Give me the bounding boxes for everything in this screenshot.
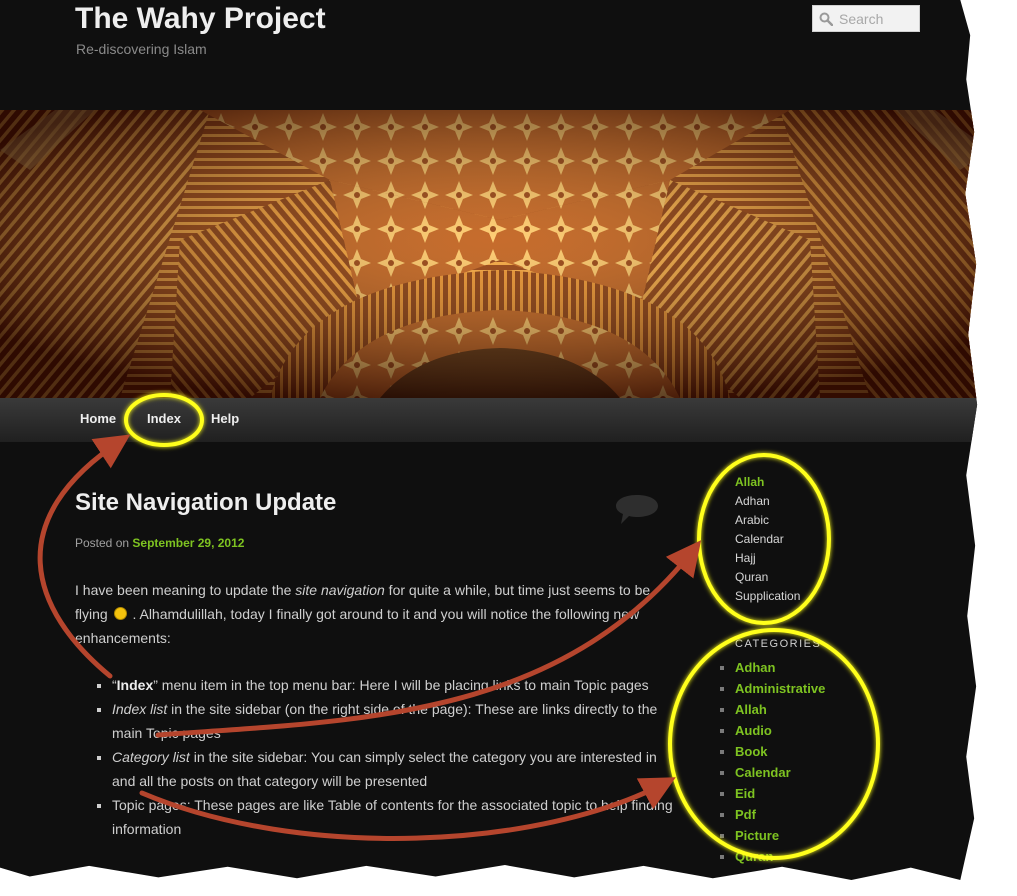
category-link-pdf[interactable]: Pdf (735, 807, 756, 822)
category-link-book[interactable]: Book (735, 744, 768, 759)
category-link-audio[interactable]: Audio (735, 723, 772, 738)
posted-on-label: Posted on (75, 536, 130, 550)
sidebar-categories-list: Adhan Administrative Allah Audio Book Ca… (720, 657, 825, 867)
post-date-link[interactable]: September 29, 2012 (132, 536, 244, 550)
menu-item-help[interactable]: Help (211, 411, 239, 426)
list-item: Topic pages: These pages are like Table … (112, 793, 677, 841)
web-page: The Wahy Project Re-discovering Islam Se… (0, 0, 978, 880)
category-link-quran[interactable]: Quran (735, 849, 773, 864)
index-link-hajj[interactable]: Hajj (735, 549, 800, 568)
category-item: Pdf (735, 804, 825, 825)
category-link-administrative[interactable]: Administrative (735, 681, 825, 696)
header-banner-image (0, 110, 978, 398)
post-intro-paragraph: I have been meaning to update the site n… (75, 582, 651, 646)
menu-item-index[interactable]: Index (147, 411, 181, 426)
index-link-allah[interactable]: Allah (735, 473, 800, 492)
index-link-adhan[interactable]: Adhan (735, 492, 800, 511)
sidebar-index-list: Allah Adhan Arabic Calendar Hajj Quran S… (735, 473, 800, 606)
wink-smiley-icon (113, 607, 127, 620)
category-link-allah[interactable]: Allah (735, 702, 767, 717)
category-item: Quran (735, 846, 825, 867)
search-box[interactable] (812, 5, 920, 32)
search-icon (819, 12, 833, 26)
post-title[interactable]: Site Navigation Update (75, 489, 336, 517)
category-item: Adhan (735, 657, 825, 678)
category-item: Picture (735, 825, 825, 846)
list-item: Index list in the site sidebar (on the r… (112, 697, 677, 745)
index-link-quran[interactable]: Quran (735, 568, 800, 587)
index-link-calendar[interactable]: Calendar (735, 530, 800, 549)
category-item: Audio (735, 720, 825, 741)
comment-bubble-icon[interactable] (614, 493, 660, 527)
site-title[interactable]: The Wahy Project (75, 2, 326, 36)
index-link-supplication[interactable]: Supplication (735, 587, 800, 606)
category-item: Administrative (735, 678, 825, 699)
category-link-eid[interactable]: Eid (735, 786, 755, 801)
category-item: Calendar (735, 762, 825, 783)
category-item: Eid (735, 783, 825, 804)
categories-heading: CATEGORIES (735, 638, 822, 650)
category-item: Allah (735, 699, 825, 720)
top-menu-bar: Home Index Help (0, 398, 978, 442)
site-description: Re-discovering Islam (76, 41, 207, 57)
list-item: Category list in the site sidebar: You c… (112, 745, 677, 793)
index-link-arabic[interactable]: Arabic (735, 511, 800, 530)
menu-item-home[interactable]: Home (80, 411, 116, 426)
site-navigation-emphasis: site navigation (295, 582, 385, 598)
category-link-adhan[interactable]: Adhan (735, 660, 775, 675)
list-item: “Index” menu item in the top menu bar: H… (112, 673, 677, 697)
category-item: Book (735, 741, 825, 762)
enhancements-list: “Index” menu item in the top menu bar: H… (95, 673, 677, 841)
post-meta: Posted on September 29, 2012 (75, 536, 244, 550)
category-link-picture[interactable]: Picture (735, 828, 779, 843)
search-input[interactable] (839, 10, 919, 27)
category-link-calendar[interactable]: Calendar (735, 765, 791, 780)
